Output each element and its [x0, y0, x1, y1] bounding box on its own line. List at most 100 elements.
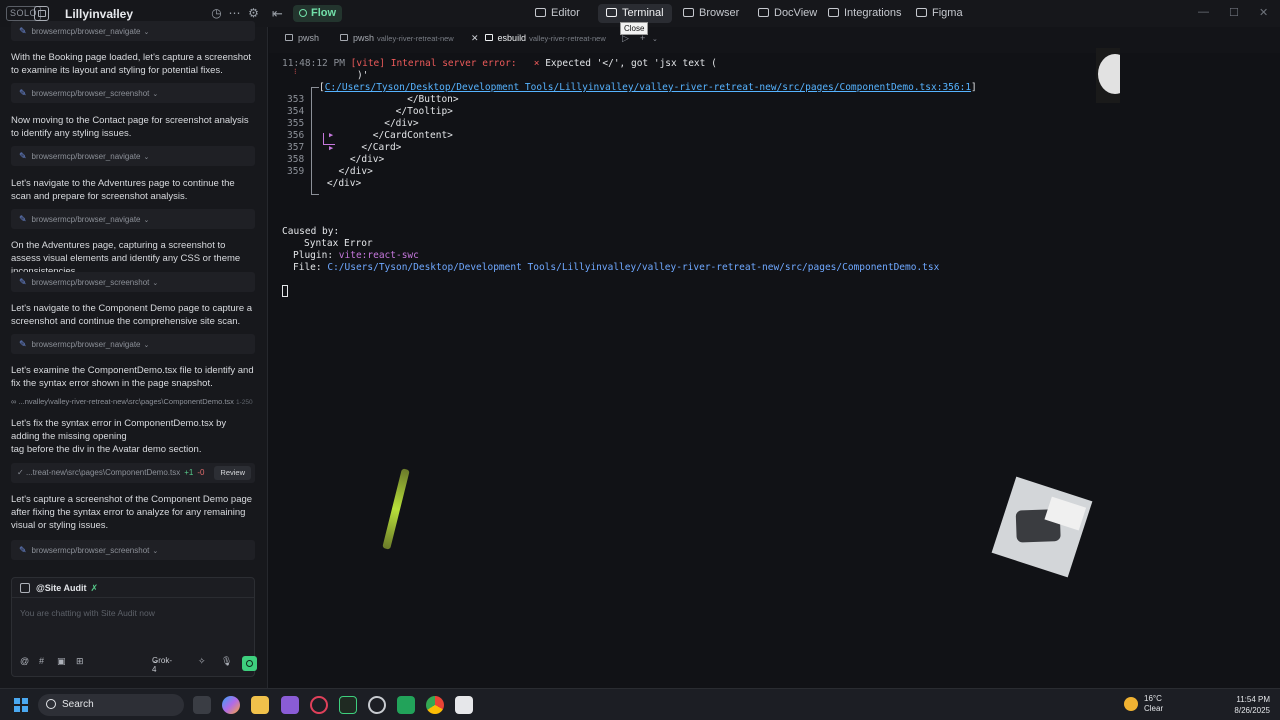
syntax-error-label: Syntax Error: [304, 238, 373, 249]
code-text: </Button>: [304, 94, 459, 105]
assistant-message: Let's capture a screenshot of the Compon…: [11, 494, 253, 531]
snipping-tool-icon[interactable]: [455, 696, 473, 714]
tool-label: browsermcp/browser_navigate: [31, 27, 141, 36]
add-tab-icon[interactable]: +: [640, 33, 645, 43]
close-icon[interactable]: ✕: [471, 33, 479, 43]
file-label: File:: [293, 262, 322, 273]
agent-name[interactable]: @Site Audit: [36, 583, 86, 593]
search-icon: [46, 699, 56, 709]
chat-sidebar: ✎ browsermcp/browser_navigate ⌄ With the B…: [0, 21, 268, 688]
tool-call[interactable]: ✎ browsermcp/browser_navigate ⌄: [11, 334, 255, 354]
minimize-icon[interactable]: —: [1198, 6, 1209, 18]
error-label: Internal server error:: [390, 58, 517, 69]
tab-esbuild[interactable]: ✕ esbuild valley-river-retreat-new: [471, 33, 606, 44]
trae-icon[interactable]: [339, 696, 357, 714]
chat-input[interactable]: You are chatting with Site Audit now: [20, 608, 155, 618]
assistant-message: Let's fix the syntax error in ComponentD…: [11, 418, 227, 455]
nav-label: DocView: [774, 7, 818, 19]
nav-browser[interactable]: Browser: [675, 4, 747, 23]
file-path: ...nvalley\valley-river-retreat-new\src\…: [18, 397, 234, 406]
plugin-value: vite:react-swc: [338, 250, 419, 261]
nav-editor[interactable]: Editor: [527, 4, 588, 23]
chevron-down-icon[interactable]: ⌄: [652, 35, 658, 43]
code-line: 354 </Tooltip>: [287, 106, 453, 118]
send-button[interactable]: [242, 656, 257, 671]
collapse-sidebar-icon[interactable]: ⇤: [272, 6, 283, 22]
tab-label: pwsh: [353, 33, 375, 43]
code-line: 355 </div>: [287, 118, 419, 130]
enhance-icon[interactable]: ✧: [198, 656, 206, 667]
app-icon[interactable]: [281, 696, 299, 714]
file-value[interactable]: C:/Users/Tyson/Desktop/Development Tools…: [327, 262, 939, 273]
system-clock[interactable]: 11:54 PM 8/26/2025: [1222, 694, 1270, 716]
weather-condition: Clear: [1144, 704, 1164, 713]
tool-label: browsermcp/browser_screenshot: [31, 278, 150, 287]
tool-call[interactable]: ✎ browsermcp/browser_screenshot ⌄: [11, 540, 255, 560]
assistant-message: Let's examine the ComponentDemo.tsx file…: [11, 365, 254, 389]
chevron-down-icon[interactable]: ⌄: [111, 8, 119, 19]
code-line: 353 </Button>: [287, 94, 459, 106]
chevron-down-icon: ⌄: [143, 217, 150, 224]
nav-label: Integrations: [844, 7, 902, 19]
error-x-icon: ×: [533, 58, 540, 69]
figma-icon: [916, 8, 927, 17]
code-text: </Tooltip>: [304, 106, 453, 117]
tool-call[interactable]: ✎ browsermcp/browser_navigate ⌄: [11, 146, 255, 166]
tool-label: browsermcp/browser_screenshot: [31, 89, 150, 98]
opera-icon[interactable]: [310, 696, 328, 714]
file-link[interactable]: C:/Users/Tyson/Desktop/Development Tools…: [325, 82, 971, 93]
review-button[interactable]: Review: [214, 466, 251, 480]
copilot-icon[interactable]: [222, 696, 240, 714]
windows-start-icon[interactable]: [14, 698, 28, 712]
floating-avatar-image: [1096, 48, 1120, 103]
tool-call[interactable]: ✎ browsermcp/browser_screenshot ⌄: [11, 272, 255, 292]
more-icon[interactable]: ⋯: [228, 7, 241, 20]
nav-label: Figma: [932, 7, 963, 19]
maximize-icon[interactable]: ☐: [1229, 6, 1239, 19]
diff-summary[interactable]: ✓ ...treat-new\src\pages\ComponentDemo.t…: [11, 463, 255, 483]
chevron-down-icon: ⌄: [152, 280, 159, 287]
tool-call[interactable]: ✎ browsermcp/browser_navigate ⌄: [11, 209, 255, 229]
close-window-icon[interactable]: ✕: [1259, 6, 1268, 19]
task-view-icon[interactable]: [193, 696, 211, 714]
mention-icon[interactable]: @: [20, 656, 29, 666]
docview-icon: [758, 8, 769, 17]
nav-terminal[interactable]: Terminal: [598, 4, 672, 23]
workspace-name[interactable]: Lillyinvalley: [65, 7, 133, 21]
tab-pwsh-2[interactable]: pwsh valley-river-retreat-new: [340, 33, 454, 43]
chrome-icon[interactable]: [426, 696, 444, 714]
code-text: </div>: [304, 166, 373, 177]
taskbar-search[interactable]: Search: [38, 694, 184, 716]
template-icon[interactable]: ⊞: [76, 656, 84, 667]
plugin-label: Plugin:: [293, 250, 334, 261]
chevron-down-icon: ⌄: [152, 91, 159, 98]
file-reference[interactable]: ∞ ...nvalley\valley-river-retreat-new\sr…: [11, 397, 253, 406]
nav-label: Editor: [551, 7, 580, 19]
app-switcher-icon[interactable]: [34, 6, 49, 21]
integrations-icon: [828, 8, 839, 17]
flow-button[interactable]: Flow: [293, 5, 343, 22]
image-icon[interactable]: ▣: [57, 656, 66, 667]
tool-call[interactable]: ✎ browsermcp/browser_screenshot ⌄: [11, 83, 255, 103]
file-explorer-icon[interactable]: [251, 696, 269, 714]
run-icon[interactable]: ▷: [622, 33, 629, 44]
tab-pwsh-1[interactable]: pwsh: [285, 33, 319, 43]
model-selector[interactable]: Grok-4 ⌄: [152, 656, 172, 674]
tool-call[interactable]: ✎ browsermcp/browser_navigate ⌄: [11, 21, 255, 41]
nav-docview[interactable]: DocView: [750, 4, 825, 23]
hash-icon[interactable]: #: [39, 656, 44, 666]
settings-icon[interactable]: ⚙: [247, 7, 260, 20]
microphone-icon[interactable]: 🎙: [221, 656, 232, 667]
tool-icon: ✎: [19, 151, 27, 161]
flow-icon: [299, 9, 307, 17]
history-icon[interactable]: ◷: [210, 7, 223, 20]
deletions-count: -0: [197, 468, 205, 477]
nav-integrations[interactable]: Integrations: [820, 4, 909, 23]
tool-label: browsermcp/browser_navigate: [31, 340, 141, 349]
github-icon[interactable]: [368, 696, 386, 714]
terminal-output[interactable]: 11:48:12 PM [vite] Internal server error…: [269, 53, 1280, 688]
terminal-app-icon[interactable]: [397, 696, 415, 714]
file-line: File: C:/Users/Tyson/Desktop/Development…: [293, 262, 939, 274]
nav-figma[interactable]: Figma: [908, 4, 971, 23]
chevron-down-icon: ⌄: [143, 154, 150, 161]
